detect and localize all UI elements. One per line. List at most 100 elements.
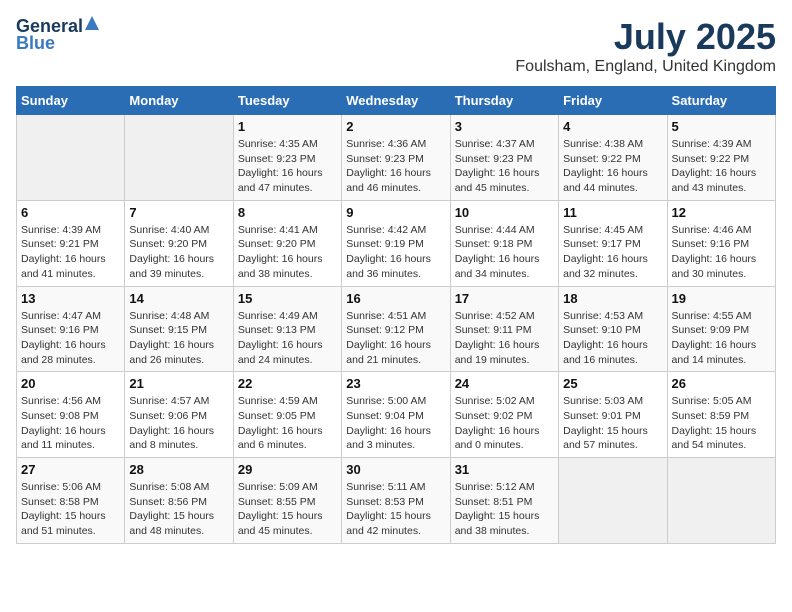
calendar-cell: 26 Sunrise: 5:05 AM Sunset: 8:59 PM Dayli…	[667, 372, 775, 458]
day-info: Sunrise: 4:47 AM Sunset: 9:16 PM Dayligh…	[21, 309, 120, 368]
day-info: Sunrise: 4:36 AM Sunset: 9:23 PM Dayligh…	[346, 137, 445, 196]
day-info: Sunrise: 5:06 AM Sunset: 8:58 PM Dayligh…	[21, 480, 120, 539]
day-number: 30	[346, 462, 445, 477]
day-number: 17	[455, 291, 554, 306]
day-number: 29	[238, 462, 337, 477]
calendar-cell: 29 Sunrise: 5:09 AM Sunset: 8:55 PM Dayli…	[233, 458, 341, 544]
day-info: Sunrise: 5:09 AM Sunset: 8:55 PM Dayligh…	[238, 480, 337, 539]
day-header-sunday: Sunday	[17, 87, 125, 115]
calendar-cell: 24 Sunrise: 5:02 AM Sunset: 9:02 PM Dayli…	[450, 372, 558, 458]
day-info: Sunrise: 4:38 AM Sunset: 9:22 PM Dayligh…	[563, 137, 662, 196]
day-number: 10	[455, 205, 554, 220]
calendar-cell: 8 Sunrise: 4:41 AM Sunset: 9:20 PM Daylig…	[233, 200, 341, 286]
day-number: 24	[455, 376, 554, 391]
day-number: 3	[455, 119, 554, 134]
calendar-cell: 25 Sunrise: 5:03 AM Sunset: 9:01 PM Dayli…	[559, 372, 667, 458]
title-area: July 2025 Foulsham, England, United King…	[515, 16, 776, 76]
logo-blue-text: Blue	[16, 33, 55, 54]
day-header-thursday: Thursday	[450, 87, 558, 115]
day-number: 19	[672, 291, 771, 306]
day-info: Sunrise: 4:42 AM Sunset: 9:19 PM Dayligh…	[346, 223, 445, 282]
calendar-cell	[667, 458, 775, 544]
day-info: Sunrise: 4:49 AM Sunset: 9:13 PM Dayligh…	[238, 309, 337, 368]
calendar-week-row: 13 Sunrise: 4:47 AM Sunset: 9:16 PM Dayli…	[17, 286, 776, 372]
calendar-cell: 15 Sunrise: 4:49 AM Sunset: 9:13 PM Dayli…	[233, 286, 341, 372]
calendar-cell: 19Sunrise: 4:55 AM Sunset: 9:09 PM Dayli…	[667, 286, 775, 372]
day-info: Sunrise: 5:12 AM Sunset: 8:51 PM Dayligh…	[455, 480, 554, 539]
day-info: Sunrise: 4:53 AM Sunset: 9:10 PM Dayligh…	[563, 309, 662, 368]
day-number: 18	[563, 291, 662, 306]
day-info: Sunrise: 4:40 AM Sunset: 9:20 PM Dayligh…	[129, 223, 228, 282]
day-info: Sunrise: 4:45 AM Sunset: 9:17 PM Dayligh…	[563, 223, 662, 282]
day-info: Sunrise: 4:35 AM Sunset: 9:23 PM Dayligh…	[238, 137, 337, 196]
day-number: 4	[563, 119, 662, 134]
day-number: 15	[238, 291, 337, 306]
day-header-tuesday: Tuesday	[233, 87, 341, 115]
calendar-cell: 11 Sunrise: 4:45 AM Sunset: 9:17 PM Dayli…	[559, 200, 667, 286]
day-info: Sunrise: 4:37 AM Sunset: 9:23 PM Dayligh…	[455, 137, 554, 196]
day-number: 11	[563, 205, 662, 220]
calendar-week-row: 6Sunrise: 4:39 AM Sunset: 9:21 PM Daylig…	[17, 200, 776, 286]
day-number: 13	[21, 291, 120, 306]
day-info: Sunrise: 4:41 AM Sunset: 9:20 PM Dayligh…	[238, 223, 337, 282]
calendar-cell: 1 Sunrise: 4:35 AM Sunset: 9:23 PM Daylig…	[233, 115, 341, 201]
day-info: Sunrise: 4:46 AM Sunset: 9:16 PM Dayligh…	[672, 223, 771, 282]
day-number: 7	[129, 205, 228, 220]
day-number: 27	[21, 462, 120, 477]
main-title: July 2025	[515, 16, 776, 58]
day-info: Sunrise: 4:51 AM Sunset: 9:12 PM Dayligh…	[346, 309, 445, 368]
day-info: Sunrise: 4:52 AM Sunset: 9:11 PM Dayligh…	[455, 309, 554, 368]
calendar-cell	[559, 458, 667, 544]
calendar-cell: 9 Sunrise: 4:42 AM Sunset: 9:19 PM Daylig…	[342, 200, 450, 286]
day-header-wednesday: Wednesday	[342, 87, 450, 115]
day-number: 22	[238, 376, 337, 391]
header: General Blue July 2025 Foulsham, England…	[16, 16, 776, 76]
calendar-cell: 5Sunrise: 4:39 AM Sunset: 9:22 PM Daylig…	[667, 115, 775, 201]
day-number: 12	[672, 205, 771, 220]
logo-icon	[85, 16, 99, 35]
calendar-table: SundayMondayTuesdayWednesdayThursdayFrid…	[16, 86, 776, 544]
calendar-cell: 22 Sunrise: 4:59 AM Sunset: 9:05 PM Dayli…	[233, 372, 341, 458]
day-info: Sunrise: 4:39 AM Sunset: 9:22 PM Dayligh…	[672, 137, 771, 196]
day-info: Sunrise: 4:44 AM Sunset: 9:18 PM Dayligh…	[455, 223, 554, 282]
day-info: Sunrise: 4:57 AM Sunset: 9:06 PM Dayligh…	[129, 394, 228, 453]
calendar-week-row: 27 Sunrise: 5:06 AM Sunset: 8:58 PM Dayli…	[17, 458, 776, 544]
calendar-cell: 17 Sunrise: 4:52 AM Sunset: 9:11 PM Dayli…	[450, 286, 558, 372]
calendar-cell: 21 Sunrise: 4:57 AM Sunset: 9:06 PM Dayli…	[125, 372, 233, 458]
day-number: 8	[238, 205, 337, 220]
calendar-cell: 20Sunrise: 4:56 AM Sunset: 9:08 PM Dayli…	[17, 372, 125, 458]
logo: General Blue	[16, 16, 99, 54]
day-number: 26	[672, 376, 771, 391]
calendar-cell	[17, 115, 125, 201]
day-number: 14	[129, 291, 228, 306]
day-info: Sunrise: 5:02 AM Sunset: 9:02 PM Dayligh…	[455, 394, 554, 453]
calendar-header-row: SundayMondayTuesdayWednesdayThursdayFrid…	[17, 87, 776, 115]
day-number: 31	[455, 462, 554, 477]
calendar-cell: 2Sunrise: 4:36 AM Sunset: 9:23 PM Daylig…	[342, 115, 450, 201]
day-number: 16	[346, 291, 445, 306]
day-header-monday: Monday	[125, 87, 233, 115]
day-info: Sunrise: 4:56 AM Sunset: 9:08 PM Dayligh…	[21, 394, 120, 453]
calendar-cell: 14Sunrise: 4:48 AM Sunset: 9:15 PM Dayli…	[125, 286, 233, 372]
calendar-cell: 13 Sunrise: 4:47 AM Sunset: 9:16 PM Dayli…	[17, 286, 125, 372]
calendar-cell: 12 Sunrise: 4:46 AM Sunset: 9:16 PM Dayli…	[667, 200, 775, 286]
calendar-cell	[125, 115, 233, 201]
day-number: 9	[346, 205, 445, 220]
day-info: Sunrise: 5:05 AM Sunset: 8:59 PM Dayligh…	[672, 394, 771, 453]
calendar-cell: 23 Sunrise: 5:00 AM Sunset: 9:04 PM Dayli…	[342, 372, 450, 458]
day-info: Sunrise: 5:03 AM Sunset: 9:01 PM Dayligh…	[563, 394, 662, 453]
day-header-saturday: Saturday	[667, 87, 775, 115]
calendar-cell: 18 Sunrise: 4:53 AM Sunset: 9:10 PM Dayli…	[559, 286, 667, 372]
day-number: 25	[563, 376, 662, 391]
day-info: Sunrise: 4:59 AM Sunset: 9:05 PM Dayligh…	[238, 394, 337, 453]
day-number: 21	[129, 376, 228, 391]
day-number: 23	[346, 376, 445, 391]
day-number: 6	[21, 205, 120, 220]
calendar-cell: 7 Sunrise: 4:40 AM Sunset: 9:20 PM Daylig…	[125, 200, 233, 286]
calendar-cell: 28Sunrise: 5:08 AM Sunset: 8:56 PM Dayli…	[125, 458, 233, 544]
calendar-cell: 6Sunrise: 4:39 AM Sunset: 9:21 PM Daylig…	[17, 200, 125, 286]
calendar-cell: 4 Sunrise: 4:38 AM Sunset: 9:22 PM Daylig…	[559, 115, 667, 201]
day-info: Sunrise: 5:00 AM Sunset: 9:04 PM Dayligh…	[346, 394, 445, 453]
calendar-cell: 16 Sunrise: 4:51 AM Sunset: 9:12 PM Dayli…	[342, 286, 450, 372]
day-number: 1	[238, 119, 337, 134]
